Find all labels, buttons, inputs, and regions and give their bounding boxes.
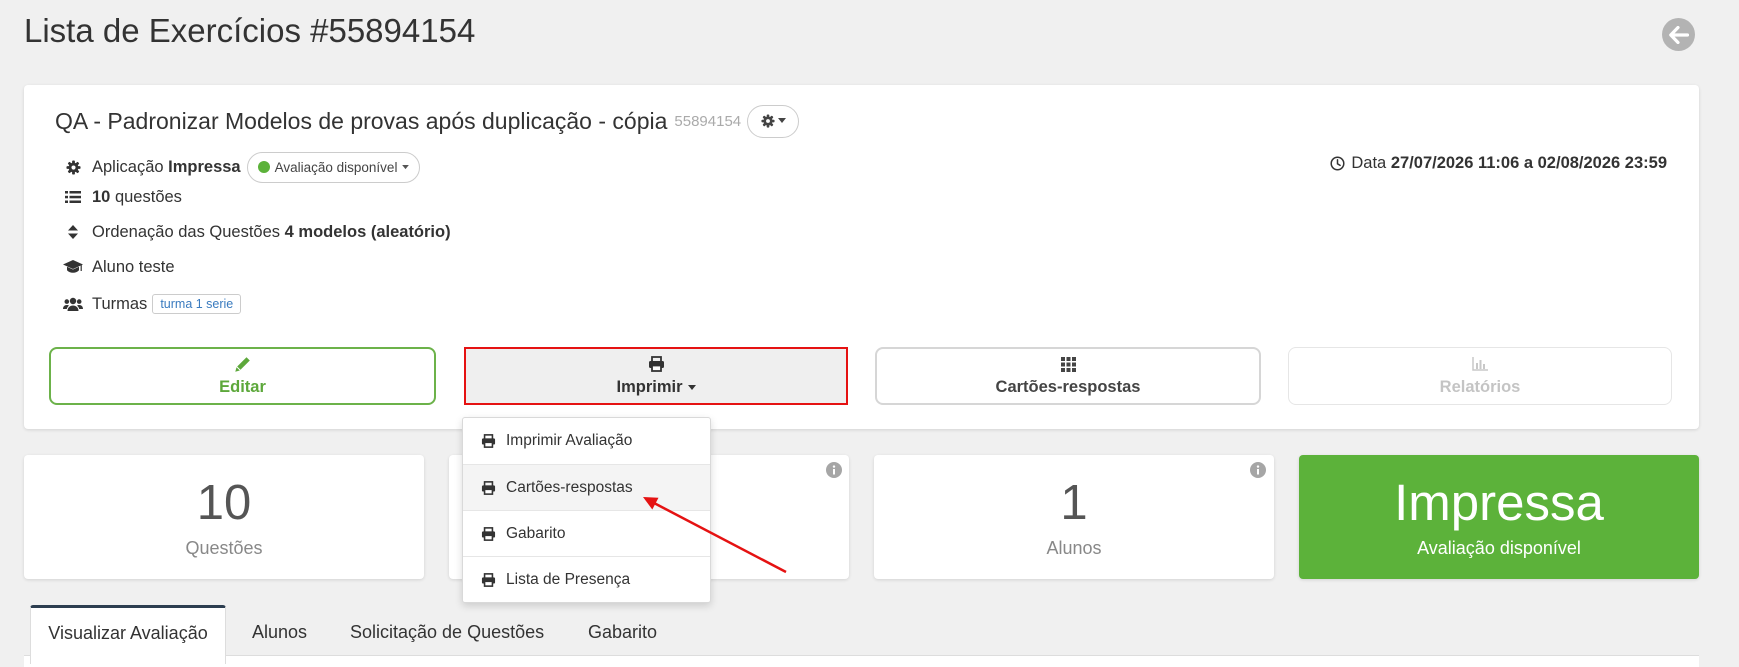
grid-icon [1060, 355, 1076, 373]
edit-button-label: Editar [219, 378, 266, 396]
chevron-down-icon [777, 118, 786, 124]
bar-chart-icon [1472, 355, 1488, 373]
status-badge-label: Avaliação disponível [274, 159, 398, 175]
application-value: Impressa [168, 157, 241, 176]
print-dropdown-menu: Imprimir Avaliação Cartões-respostas Gab… [462, 417, 711, 603]
clock-icon [1330, 155, 1345, 171]
exam-summary-card: QA - Padronizar Modelos de provas após d… [24, 85, 1699, 429]
graduation-cap-icon [62, 260, 84, 274]
print-dropdown-button[interactable]: Imprimir [464, 347, 848, 405]
gear-icon [62, 159, 84, 175]
reports-button-label: Relatórios [1439, 378, 1521, 396]
users-icon [62, 297, 84, 311]
tab-students[interactable]: Alunos [252, 620, 307, 644]
printer-icon [481, 572, 496, 587]
tab-content-panel [24, 655, 1699, 667]
list-icon [62, 190, 84, 204]
tab-question-requests[interactable]: Solicitação de Questões [350, 620, 544, 644]
printer-icon [481, 526, 496, 541]
students-stat-value: 1 [1060, 476, 1088, 530]
application-row: Aplicação Impressa Avaliação disponível [62, 151, 421, 183]
date-range: Data 27/07/2026 11:06 a 02/08/2026 23:59 [1330, 151, 1667, 175]
date-label: Data [1351, 153, 1387, 172]
back-button[interactable] [1662, 18, 1695, 51]
menu-item-label: Gabarito [506, 524, 566, 542]
ordering-row: Ordenação das Questões 4 modelos (aleató… [62, 220, 451, 244]
page-title: Lista de Exercícios #55894154 [24, 12, 476, 49]
settings-dropdown-button[interactable] [747, 104, 800, 138]
exam-title-row: QA - Padronizar Modelos de provas após d… [55, 104, 800, 138]
menu-item-label: Imprimir Avaliação [506, 432, 633, 449]
students-stat-card: 1 Alunos [874, 455, 1274, 579]
class-badge: turma 1 serie [152, 294, 242, 314]
status-dot-icon [257, 161, 270, 173]
students-stat-label: Alunos [1046, 538, 1102, 558]
chevron-down-icon [402, 164, 410, 170]
menu-item-print-exam[interactable]: Imprimir Avaliação [463, 418, 710, 464]
sort-icon [62, 225, 84, 239]
classes-label: Turmas [92, 294, 148, 313]
answer-sheets-button-label: Cartões-respostas [995, 378, 1141, 396]
questions-stat-label: Questões [185, 538, 263, 558]
questions-stat-value: 10 [196, 476, 252, 530]
pencil-icon [234, 355, 251, 373]
application-stat-card: Impressa Avaliação disponível [1299, 455, 1699, 579]
edit-button[interactable]: Editar [49, 347, 436, 405]
chevron-down-icon [687, 384, 696, 391]
status-badge-dropdown[interactable]: Avaliação disponível [246, 151, 421, 183]
date-value: 27/07/2026 11:06 a 02/08/2026 23:59 [1390, 153, 1667, 172]
menu-item-label: Cartões-respostas [506, 478, 633, 496]
questions-label: questões [114, 187, 182, 206]
application-stat-label: Avaliação disponível [1417, 538, 1581, 558]
gear-icon [761, 114, 775, 128]
questions-count: 10 [92, 187, 111, 206]
reports-button[interactable]: Relatórios [1288, 347, 1672, 405]
exam-title: QA - Padronizar Modelos de provas após d… [55, 107, 668, 134]
questions-row: 10 questões [62, 185, 182, 209]
printer-icon [481, 434, 496, 448]
student-row: Aluno teste [62, 255, 175, 279]
tab-view-exam[interactable]: Visualizar Avaliação [30, 605, 226, 664]
print-button-label: Imprimir [616, 378, 683, 396]
menu-item-attendance-list[interactable]: Lista de Presença [463, 556, 710, 602]
info-icon[interactable] [826, 462, 842, 478]
arrow-left-icon [1668, 25, 1689, 44]
menu-item-label: Lista de Presença [506, 570, 631, 588]
menu-item-answer-key[interactable]: Gabarito [463, 510, 710, 556]
printer-icon [648, 355, 665, 373]
application-label: Aplicação [92, 157, 164, 176]
menu-item-answer-sheets[interactable]: Cartões-respostas [463, 464, 710, 510]
questions-stat-card: 10 Questões [24, 455, 424, 579]
tab-answer-key[interactable]: Gabarito [588, 620, 657, 644]
answer-sheets-button[interactable]: Cartões-respostas [875, 347, 1261, 405]
student-name: Aluno teste [92, 257, 175, 276]
ordering-value: 4 modelos (aleatório) [284, 222, 451, 241]
application-stat-value: Impressa [1394, 474, 1604, 531]
classes-row: Turmas turma 1 serie [62, 292, 242, 316]
printer-icon [481, 480, 496, 495]
exam-id: 55894154 [674, 112, 742, 130]
ordering-label: Ordenação das Questões [92, 222, 281, 241]
